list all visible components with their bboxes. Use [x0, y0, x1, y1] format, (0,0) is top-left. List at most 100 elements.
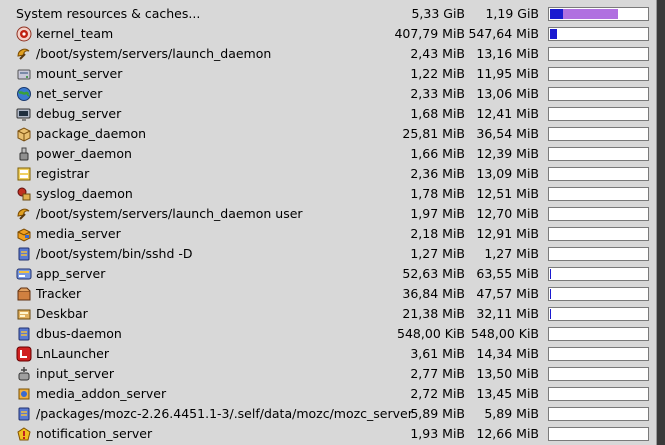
package-daemon-icon [16, 126, 32, 142]
process-row-lnlauncher[interactable]: LnLauncher 3,61 MiB 14,34 MiB [0, 344, 656, 364]
process-memory: 21,38 MiB [402, 306, 465, 321]
process-memory-bar [548, 267, 649, 281]
system-memory-value: 5,33 GiB [411, 6, 465, 21]
process-name: registrar [36, 166, 90, 181]
process-row-app-server[interactable]: app_server 52,63 MiB 63,55 MiB [0, 264, 656, 284]
window-edge [657, 0, 665, 445]
process-name: /boot/system/servers/launch_daemon [36, 46, 272, 61]
process-memory-bar-used [550, 269, 551, 279]
process-swap: 32,11 MiB [476, 306, 539, 321]
process-swap: 1,27 MiB [484, 246, 539, 261]
process-row-syslog-daemon[interactable]: syslog_daemon 1,78 MiB 12,51 MiB [0, 184, 656, 204]
process-row-boot-system-bin-sshd-d[interactable]: /boot/system/bin/sshd -D 1,27 MiB 1,27 MiB [0, 244, 656, 264]
launch-daemon-icon [16, 206, 32, 222]
process-swap: 14,34 MiB [476, 346, 539, 361]
process-memory: 1,93 MiB [410, 426, 465, 441]
process-memory-bar [548, 387, 649, 401]
process-row-deskbar[interactable]: Deskbar 21,38 MiB 32,11 MiB [0, 304, 656, 324]
process-memory-bar [548, 67, 649, 81]
launch-daemon-icon [16, 46, 32, 62]
process-row-package-daemon[interactable]: package_daemon 25,81 MiB 36,54 MiB [0, 124, 656, 144]
process-memory-bar [548, 87, 649, 101]
registrar-icon [16, 166, 32, 182]
process-swap: 12,41 MiB [476, 106, 539, 121]
process-swap: 13,16 MiB [476, 46, 539, 61]
process-memory-bar [548, 307, 649, 321]
process-row-tracker[interactable]: Tracker 36,84 MiB 47,57 MiB [0, 284, 656, 304]
process-row-mount-server[interactable]: mount_server 1,22 MiB 11,95 MiB [0, 64, 656, 84]
process-memory-bar [548, 347, 649, 361]
process-row-dbus-daemon[interactable]: dbus-daemon 548,00 KiB 548,00 KiB [0, 324, 656, 344]
process-memory-bar-used [550, 309, 551, 319]
process-memory-bar [548, 427, 649, 441]
debug-server-icon [16, 106, 32, 122]
process-row-notification-server[interactable]: notification_server 1,93 MiB 12,66 MiB [0, 424, 656, 444]
lnlauncher-icon [16, 346, 32, 362]
process-row-media-server[interactable]: media_server 2,18 MiB 12,91 MiB [0, 224, 656, 244]
process-memory-bar [548, 187, 649, 201]
process-memory: 1,27 MiB [410, 246, 465, 261]
process-name: Deskbar [36, 306, 88, 321]
process-swap: 11,95 MiB [476, 66, 539, 81]
process-row-debug-server[interactable]: debug_server 1,68 MiB 12,41 MiB [0, 104, 656, 124]
app-server-icon [16, 266, 32, 282]
process-memory: 1,22 MiB [410, 66, 465, 81]
process-name: Tracker [36, 286, 82, 301]
process-memory: 2,36 MiB [410, 166, 465, 181]
process-memory: 52,63 MiB [402, 266, 465, 281]
process-memory: 2,33 MiB [410, 86, 465, 101]
process-memory-bar [548, 167, 649, 181]
process-swap: 547,64 MiB [468, 26, 539, 41]
system-resources-row[interactable]: System resources & caches... 5,33 GiB 1,… [0, 4, 656, 24]
media-addon-server-icon [16, 386, 32, 402]
process-name: /boot/system/servers/launch_daemon user [36, 206, 303, 221]
process-memory-bar-used [550, 29, 557, 39]
process-memory: 1,97 MiB [410, 206, 465, 221]
process-swap: 12,66 MiB [476, 426, 539, 441]
process-swap: 13,06 MiB [476, 86, 539, 101]
input-server-icon [16, 366, 32, 382]
process-memory: 2,72 MiB [410, 386, 465, 401]
process-name: notification_server [36, 426, 153, 441]
process-memory-bar [548, 27, 649, 41]
process-swap: 12,39 MiB [476, 146, 539, 161]
app-icon [16, 246, 32, 262]
system-swap-value: 1,19 GiB [485, 6, 539, 21]
process-row-input-server[interactable]: input_server 2,77 MiB 13,50 MiB [0, 364, 656, 384]
system-memory-bar-cache [563, 9, 618, 19]
process-memory: 5,89 MiB [410, 406, 465, 421]
process-memory-bar [548, 287, 649, 301]
process-memory-bar [548, 327, 649, 341]
process-row-power-daemon[interactable]: power_daemon 1,66 MiB 12,39 MiB [0, 144, 656, 164]
process-name: input_server [36, 366, 114, 381]
process-memory: 2,43 MiB [410, 46, 465, 61]
system-resources-label: System resources & caches... [16, 6, 201, 21]
process-memory-bar [548, 207, 649, 221]
process-name: package_daemon [36, 126, 147, 141]
process-memory-menu: System resources & caches... 5,33 GiB 1,… [0, 0, 657, 445]
syslog-daemon-icon [16, 186, 32, 202]
process-swap: 12,70 MiB [476, 206, 539, 221]
process-swap: 63,55 MiB [476, 266, 539, 281]
process-name: media_server [36, 226, 121, 241]
process-name: syslog_daemon [36, 186, 133, 201]
process-row-net-server[interactable]: net_server 2,33 MiB 13,06 MiB [0, 84, 656, 104]
process-swap: 13,45 MiB [476, 386, 539, 401]
process-name: net_server [36, 86, 103, 101]
process-row-boot-system-servers-launch-daemon-user[interactable]: /boot/system/servers/launch_daemon user 1… [0, 204, 656, 224]
process-memory-bar [548, 127, 649, 141]
process-memory-bar-used [550, 289, 551, 299]
process-row-packages-mozc-2-26-4451-1-3-self-data-mozc-mozc-server[interactable]: /packages/mozc-2.26.4451.1-3/.self/data/… [0, 404, 656, 424]
process-memory-bar [548, 247, 649, 261]
process-row-registrar[interactable]: registrar 2,36 MiB 13,09 MiB [0, 164, 656, 184]
process-name: kernel_team [36, 26, 114, 41]
process-swap: 12,91 MiB [476, 226, 539, 241]
process-name: media_addon_server [36, 386, 167, 401]
process-memory: 2,18 MiB [410, 226, 465, 241]
process-name: /boot/system/bin/sshd -D [36, 246, 193, 261]
process-memory: 407,79 MiB [394, 26, 465, 41]
process-memory: 25,81 MiB [402, 126, 465, 141]
process-row-media-addon-server[interactable]: media_addon_server 2,72 MiB 13,45 MiB [0, 384, 656, 404]
process-row-kernel-team[interactable]: kernel_team 407,79 MiB 547,64 MiB [0, 24, 656, 44]
process-row-boot-system-servers-launch-daemon[interactable]: /boot/system/servers/launch_daemon 2,43 M… [0, 44, 656, 64]
